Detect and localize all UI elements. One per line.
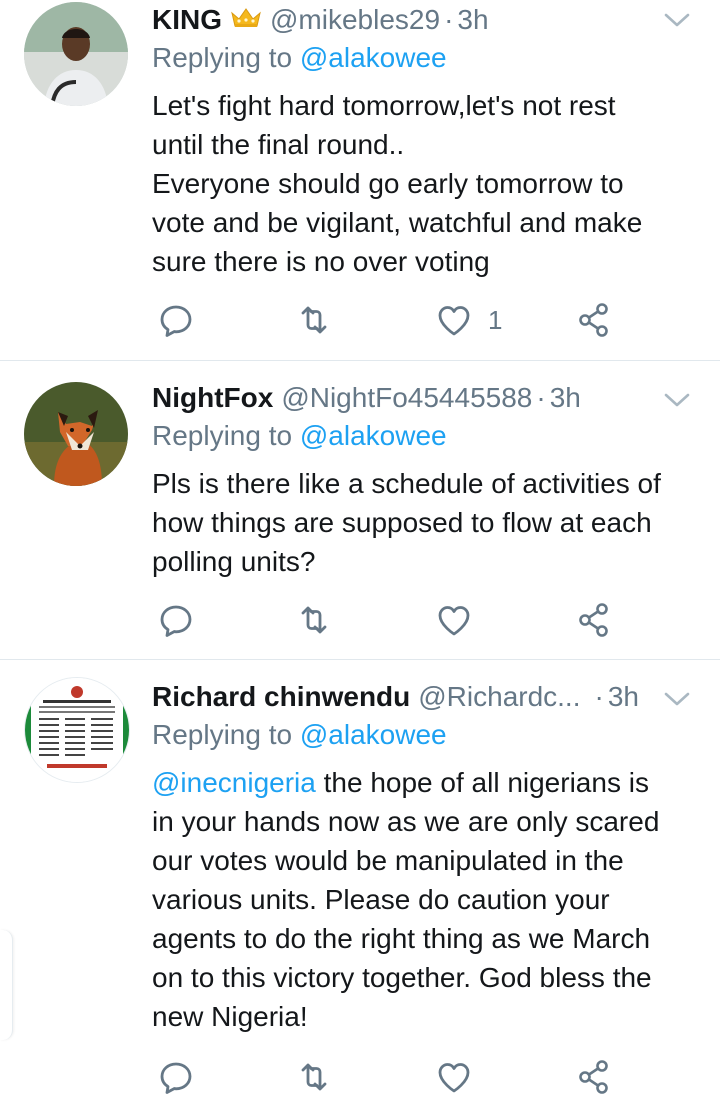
display-name[interactable]: Richard chinwendu — [152, 681, 410, 713]
retweet-icon — [294, 600, 334, 640]
like-count: 1 — [488, 304, 503, 335]
separator-dot: · — [536, 382, 546, 413]
retweet-button[interactable] — [294, 1057, 334, 1097]
crown-icon — [230, 4, 262, 36]
text-line: until the final round.. — [152, 129, 405, 160]
tweet-text: Pls is there like a schedule of activiti… — [152, 464, 708, 581]
like-button[interactable] — [434, 1057, 488, 1097]
replying-to: Replying to @alakowee — [152, 42, 447, 74]
share-icon — [574, 300, 614, 340]
tweet-actions — [152, 600, 612, 640]
reply-button[interactable] — [156, 300, 196, 340]
text-line: on to this victory together. God bless t… — [152, 962, 652, 993]
like-icon — [434, 300, 474, 340]
tweet-2[interactable]: NightFox @NightFo45445588 · 3h Replying … — [0, 378, 720, 660]
text-line: new Nigeria! — [152, 1001, 308, 1032]
user-handle[interactable]: @Richardc... — [418, 681, 580, 713]
reply-icon — [156, 1057, 196, 1097]
like-icon — [434, 1057, 474, 1097]
timestamp[interactable]: 3h — [608, 681, 639, 713]
divider — [0, 659, 720, 660]
share-button[interactable] — [574, 600, 614, 640]
user-handle[interactable]: @mikebles29 — [270, 4, 440, 36]
replying-to: Replying to @alakowee — [152, 420, 447, 452]
replying-to-mention[interactable]: @alakowee — [300, 42, 447, 73]
avatar-image — [25, 678, 129, 782]
share-icon — [574, 600, 614, 640]
avatar[interactable] — [24, 2, 128, 106]
tweet-3[interactable]: Richard chinwendu @Richardc... · 3h Repl… — [0, 677, 720, 1100]
retweet-icon — [294, 300, 334, 340]
separator-dot: · — [594, 681, 604, 712]
replying-to: Replying to @alakowee — [152, 719, 447, 751]
reply-button[interactable] — [156, 600, 196, 640]
text-line: @inecnigeria the hope of all nigerians i… — [152, 763, 708, 802]
text-line: sure there is no over voting — [152, 246, 490, 277]
text-line: Pls is there like a schedule of activiti… — [152, 468, 661, 499]
text-line: Let's fight hard tomorrow,let's not rest — [152, 90, 616, 121]
share-button[interactable] — [574, 1057, 614, 1097]
divider — [0, 360, 720, 361]
text-fragment: the hope of all nigerians is — [315, 767, 649, 798]
avatar-image — [24, 382, 128, 486]
chevron-down-icon[interactable] — [662, 10, 692, 35]
text-line: our votes would be manipulated in the — [152, 845, 624, 876]
avatar-image — [24, 2, 128, 106]
retweet-icon — [294, 1057, 334, 1097]
text-line: various units. Please do caution your — [152, 884, 610, 915]
edge-drawer-handle[interactable] — [0, 930, 13, 1040]
replying-to-mention[interactable]: @alakowee — [300, 420, 447, 451]
like-icon — [434, 600, 474, 640]
display-name[interactable]: KING — [152, 4, 222, 36]
like-button[interactable] — [434, 600, 488, 640]
replying-to-label: Replying to — [152, 719, 293, 750]
mention-link[interactable]: @inecnigeria — [152, 767, 316, 798]
avatar[interactable] — [24, 677, 130, 783]
display-name[interactable]: NightFox — [152, 382, 273, 414]
replying-to-mention[interactable]: @alakowee — [300, 719, 447, 750]
text-line: in your hands now as we are only scared — [152, 806, 660, 837]
tweet-actions: 1 — [152, 300, 612, 340]
chevron-down-icon[interactable] — [662, 689, 692, 714]
user-handle[interactable]: @NightFo45445588 — [281, 382, 532, 414]
share-icon — [574, 1057, 614, 1097]
retweet-button[interactable] — [294, 300, 334, 340]
chevron-down-icon[interactable] — [662, 390, 692, 415]
tweet-text: Let's fight hard tomorrow,let's not rest… — [152, 86, 708, 281]
timestamp[interactable]: 3h — [457, 4, 488, 36]
tweet-text: @inecnigeria the hope of all nigerians i… — [152, 763, 708, 1036]
reply-icon — [156, 300, 196, 340]
text-line: agents to do the right thing as we March — [152, 923, 651, 954]
reply-button[interactable] — [156, 1057, 196, 1097]
reply-icon — [156, 600, 196, 640]
like-button[interactable]: 1 — [434, 300, 502, 340]
tweet-1[interactable]: KING @mikebles29 · 3h Replying to @alako… — [0, 0, 720, 360]
avatar[interactable] — [24, 382, 128, 486]
timestamp[interactable]: 3h — [550, 382, 581, 414]
share-button[interactable] — [574, 300, 614, 340]
replying-to-label: Replying to — [152, 42, 293, 73]
text-line: how things are supposed to flow at each — [152, 507, 652, 538]
replying-to-label: Replying to — [152, 420, 293, 451]
tweet-actions — [152, 1057, 612, 1097]
text-line: vote and be vigilant, watchful and make — [152, 207, 643, 238]
separator-dot: · — [444, 4, 454, 35]
text-line: Everyone should go early tomorrow to — [152, 168, 624, 199]
retweet-button[interactable] — [294, 600, 334, 640]
text-line: polling units? — [152, 546, 316, 577]
